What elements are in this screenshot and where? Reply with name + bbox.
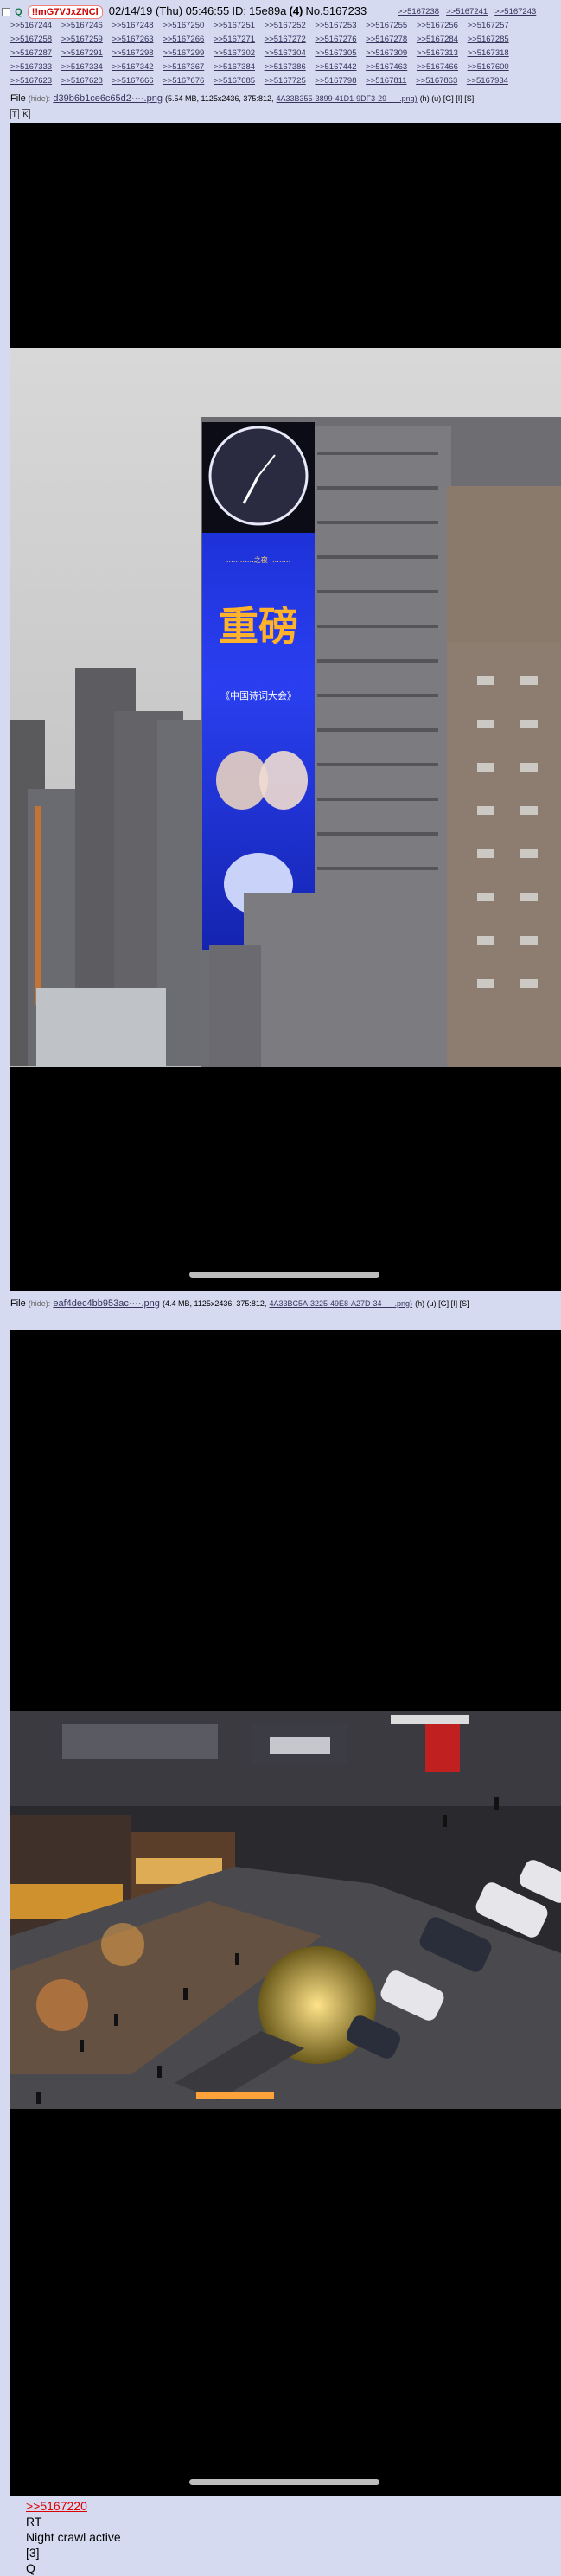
backlink[interactable]: >>5167241 bbox=[446, 7, 488, 16]
posted-image-1[interactable]: …………之夜 ……… 重磅 《中国诗词大会》 bbox=[10, 123, 561, 1291]
backlink[interactable]: >>5167271 bbox=[214, 35, 255, 44]
post-id-label: ID: bbox=[232, 4, 246, 17]
post-datetime: 02/14/19 (Thu) 05:46:55 bbox=[108, 4, 230, 17]
backlink[interactable]: >>5167285 bbox=[468, 35, 509, 44]
backlink[interactable]: >>5167367 bbox=[163, 62, 204, 72]
q-icon: Q bbox=[15, 7, 22, 17]
backlink[interactable]: >>5167798 bbox=[315, 76, 356, 86]
backlinks-rows: >>5167244 >>5167246 >>5167248 >>5167250 … bbox=[10, 19, 559, 88]
comment-line: [3] bbox=[26, 2546, 40, 2560]
backlink[interactable]: >>5167291 bbox=[61, 48, 103, 58]
backlink[interactable]: >>5167256 bbox=[417, 21, 458, 30]
k-button[interactable]: K bbox=[21, 109, 30, 119]
backlink[interactable]: >>5167685 bbox=[214, 76, 255, 86]
backlinks: >>5167238 >>5167241 >>5167243 bbox=[398, 5, 561, 19]
tripcode: !!mG7VJxZNCl bbox=[27, 5, 103, 19]
backlink[interactable]: >>5167246 bbox=[61, 21, 103, 30]
backlink[interactable]: >>5167298 bbox=[112, 48, 153, 58]
backlink[interactable]: >>5167313 bbox=[417, 48, 458, 58]
backlink[interactable]: >>5167628 bbox=[61, 76, 103, 86]
backlink[interactable]: >>5167666 bbox=[112, 76, 153, 86]
post-checkbox[interactable] bbox=[2, 8, 10, 17]
backlink[interactable]: >>5167238 bbox=[398, 7, 439, 16]
original-filename-link[interactable]: 4A33BC5A-3225-49E8-A27D-34·····.png) bbox=[269, 1299, 412, 1308]
backlink[interactable]: >>5167466 bbox=[417, 62, 458, 72]
backlink[interactable]: >>5167263 bbox=[112, 35, 153, 44]
original-filename-link[interactable]: 4A33B355-3899-41D1-9DF3-29·····.png) bbox=[277, 94, 418, 103]
backlink[interactable]: >>5167725 bbox=[265, 76, 306, 86]
backlink[interactable]: >>5167243 bbox=[494, 7, 536, 16]
backlink[interactable]: >>5167305 bbox=[315, 48, 356, 58]
backlink[interactable]: >>5167266 bbox=[163, 35, 204, 44]
backlink[interactable]: >>5167299 bbox=[163, 48, 204, 58]
comment-line: Night crawl active bbox=[26, 2530, 121, 2544]
file-name-link[interactable]: d39b6b1ce6c65d2····.png bbox=[53, 93, 163, 104]
backlink[interactable]: >>5167258 bbox=[10, 35, 52, 44]
street-night-photo bbox=[10, 1711, 561, 2109]
comment-line: Q bbox=[26, 2561, 35, 2575]
backlink[interactable]: >>5167304 bbox=[265, 48, 306, 58]
backlink[interactable]: >>5167442 bbox=[315, 62, 356, 72]
backlink[interactable]: >>5167255 bbox=[366, 21, 407, 30]
backlink[interactable]: >>5167257 bbox=[468, 21, 509, 30]
backlink[interactable]: >>5167244 bbox=[10, 21, 52, 30]
thumb-button[interactable]: T bbox=[10, 109, 19, 119]
image-extra-buttons: TK bbox=[10, 109, 33, 119]
backlink[interactable]: >>5167252 bbox=[265, 21, 306, 30]
billboard-top-text: …………之夜 ……… bbox=[226, 555, 291, 564]
backlink[interactable]: >>5167386 bbox=[265, 62, 306, 72]
file-label: File bbox=[10, 1298, 26, 1309]
backlink[interactable]: >>5167250 bbox=[163, 21, 204, 30]
billboard-calligraphy: 重磅 bbox=[219, 603, 298, 650]
backlink[interactable]: >>5167318 bbox=[468, 48, 509, 58]
backlink[interactable]: >>5167259 bbox=[61, 35, 103, 44]
backlink[interactable]: >>5167384 bbox=[214, 62, 255, 72]
post-id-value[interactable]: 15e89a bbox=[249, 4, 286, 17]
file-label: File bbox=[10, 93, 26, 104]
home-indicator bbox=[189, 2479, 379, 2485]
file-meta: (5.54 MB, 1125x2436, 375:812, bbox=[165, 94, 274, 103]
post-comment: >>5167220 RT Night crawl active [3] Q bbox=[26, 2498, 121, 2576]
backlink[interactable]: >>5167934 bbox=[467, 76, 508, 86]
backlink[interactable]: >>5167676 bbox=[163, 76, 204, 86]
posted-image-2[interactable] bbox=[10, 1330, 561, 2496]
billboard-subtitle: 《中国诗词大会》 bbox=[220, 689, 296, 702]
image-tools[interactable]: (h) (u) [G] [I] [S] bbox=[415, 1299, 469, 1308]
backlink[interactable]: >>5167342 bbox=[112, 62, 153, 72]
post-number[interactable]: No.5167233 bbox=[305, 4, 367, 17]
file-info-2: File (hide): eaf4dec4bb953ac····.png (4.… bbox=[10, 1298, 555, 1310]
file-info-1: File (hide): d39b6b1ce6c65d2····.png (5.… bbox=[10, 93, 555, 105]
file-meta: (4.4 MB, 1125x2436, 375:812, bbox=[162, 1299, 267, 1308]
backlink[interactable]: >>5167287 bbox=[10, 48, 52, 58]
backlink[interactable]: >>5167248 bbox=[112, 21, 153, 30]
backlink[interactable]: >>5167309 bbox=[366, 48, 407, 58]
backlink[interactable]: >>5167463 bbox=[366, 62, 407, 72]
backlink[interactable]: >>5167284 bbox=[417, 35, 458, 44]
backlink[interactable]: >>5167600 bbox=[468, 62, 509, 72]
backlink[interactable]: >>5167272 bbox=[265, 35, 306, 44]
hide-link[interactable]: (hide): bbox=[29, 94, 51, 103]
backlink[interactable]: >>5167333 bbox=[10, 62, 52, 72]
backlink[interactable]: >>5167811 bbox=[366, 76, 406, 86]
hide-link[interactable]: (hide): bbox=[29, 1299, 51, 1308]
backlink[interactable]: >>5167863 bbox=[416, 76, 457, 86]
post-id-count: (4) bbox=[289, 4, 303, 17]
home-indicator bbox=[189, 1272, 379, 1278]
file-name-link[interactable]: eaf4dec4bb953ac····.png bbox=[53, 1298, 160, 1309]
backlink[interactable]: >>5167253 bbox=[315, 21, 356, 30]
backlink[interactable]: >>5167278 bbox=[366, 35, 407, 44]
comment-line: RT bbox=[26, 2515, 42, 2528]
backlink[interactable]: >>5167623 bbox=[10, 76, 52, 86]
backlink[interactable]: >>5167276 bbox=[315, 35, 356, 44]
backlink[interactable]: >>5167302 bbox=[214, 48, 255, 58]
backlink[interactable]: >>5167251 bbox=[214, 21, 255, 30]
city-billboard-photo: …………之夜 ……… 重磅 《中国诗词大会》 bbox=[10, 348, 561, 1067]
backlink[interactable]: >>5167334 bbox=[61, 62, 103, 72]
image-tools[interactable]: (h) (u) [G] [I] [S] bbox=[420, 94, 475, 103]
quote-link[interactable]: >>5167220 bbox=[26, 2499, 87, 2513]
